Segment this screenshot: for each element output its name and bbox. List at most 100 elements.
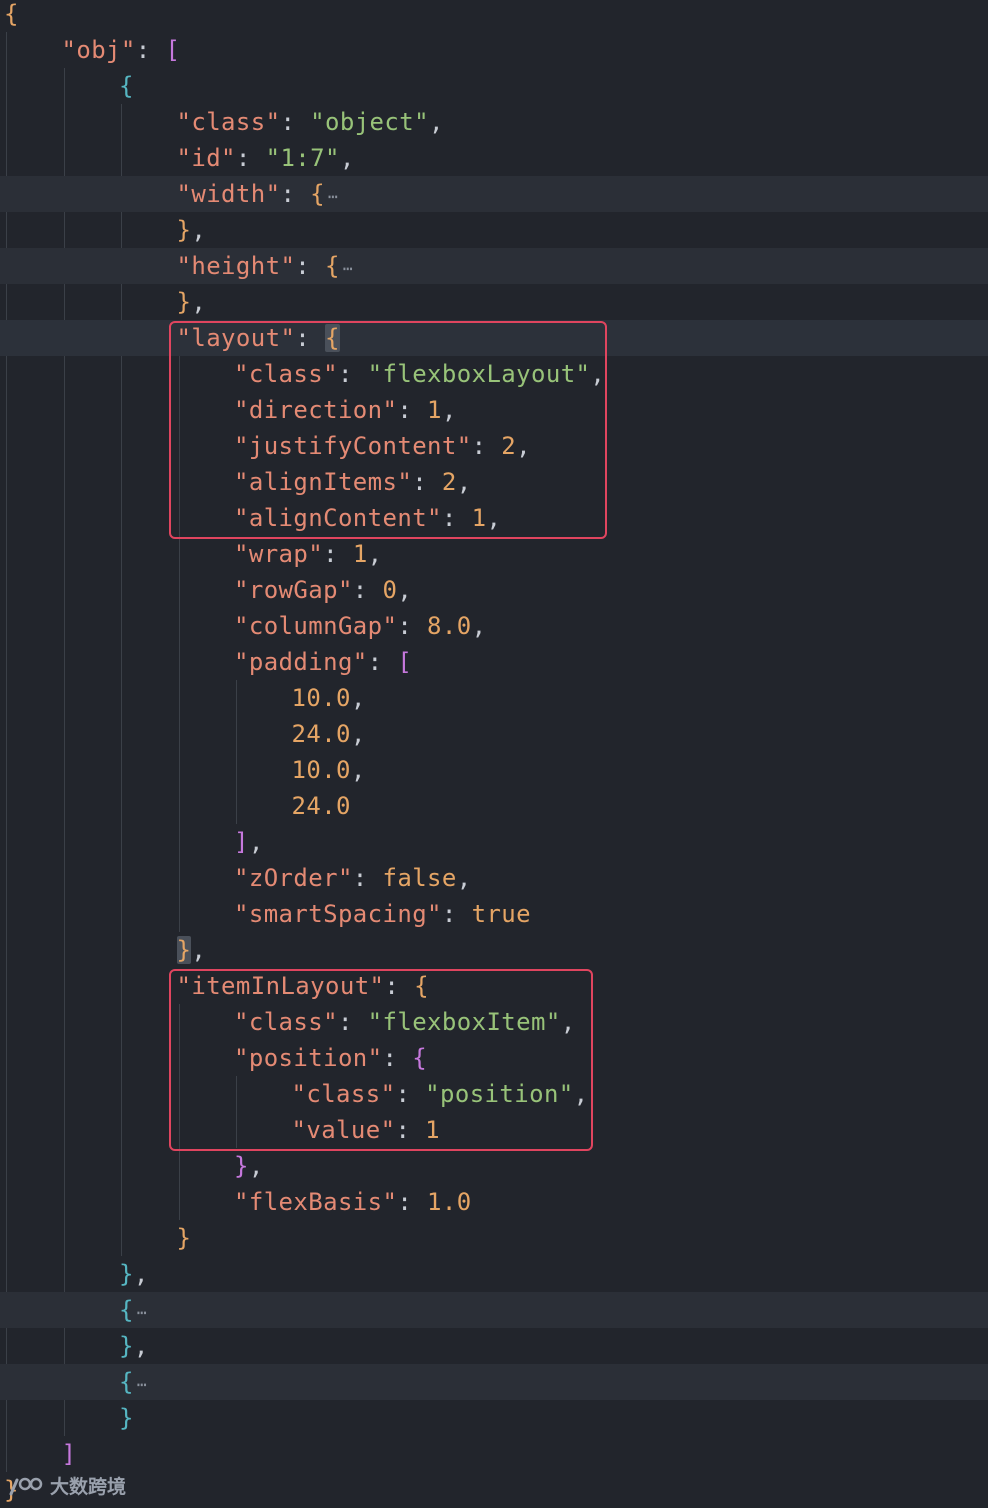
code-token: 24.0 (291, 720, 351, 748)
code-token: { (119, 1368, 134, 1396)
code-line[interactable]: { (0, 68, 988, 104)
code-token: 24.0 (291, 792, 351, 820)
code-token: "id" (176, 144, 236, 172)
code-token: : (295, 252, 325, 280)
code-token: 8.0 (427, 612, 472, 640)
code-token: [ (165, 36, 181, 64)
code-token: : (352, 864, 383, 892)
folded-code-line[interactable]: "width": {⋯ (0, 176, 988, 212)
code-token: , (397, 576, 413, 604)
code-line[interactable]: 24.0 (0, 788, 988, 824)
code-line[interactable]: "flexBasis": 1.0 (0, 1184, 988, 1220)
code-token: , (133, 1260, 149, 1288)
code-editor[interactable]: {"obj": [{"class": "object", "id": "1:7",… (0, 0, 988, 1504)
code-line[interactable]: } (0, 1472, 988, 1508)
code-token: { (325, 252, 340, 280)
code-line[interactable]: }, (0, 932, 988, 968)
code-token: "columnGap" (234, 612, 398, 640)
code-line[interactable]: 24.0, (0, 716, 988, 752)
code-line[interactable]: "padding": [ (0, 644, 988, 680)
code-token: "rowGap" (234, 576, 353, 604)
code-line[interactable]: }, (0, 1328, 988, 1364)
fold-ellipsis-icon[interactable]: ⋯ (137, 1303, 147, 1322)
code-token: "obj" (61, 36, 136, 64)
watermark-text: 大数跨境 (50, 1475, 127, 1498)
code-line[interactable]: "wrap": 1, (0, 536, 988, 572)
fold-ellipsis-icon[interactable]: ⋯ (328, 187, 338, 206)
code-token: 0 (382, 576, 398, 604)
code-token: } (176, 216, 192, 244)
code-token: true (471, 900, 531, 928)
code-token: "height" (176, 252, 296, 280)
code-token: : (441, 900, 472, 928)
code-token: , (191, 216, 207, 244)
code-line[interactable]: "smartSpacing": true (0, 896, 988, 932)
code-token: 10.0 (291, 756, 351, 784)
code-token: , (350, 684, 366, 712)
folded-code-line[interactable]: {⋯ (0, 1292, 988, 1328)
code-token: } (119, 1260, 134, 1288)
code-token: 1 (352, 540, 368, 568)
code-token: , (350, 720, 366, 748)
code-line[interactable]: { (0, 0, 988, 32)
code-token: , (471, 612, 487, 640)
code-line[interactable]: "columnGap": 8.0, (0, 608, 988, 644)
code-token: "smartSpacing" (234, 900, 442, 928)
code-token: , (350, 756, 366, 784)
code-token: , (428, 108, 444, 136)
code-line[interactable]: ], (0, 824, 988, 860)
fold-ellipsis-icon[interactable]: ⋯ (137, 1375, 147, 1394)
code-token: ] (61, 1440, 77, 1468)
code-token: } (119, 1404, 134, 1432)
code-token: "padding" (234, 648, 368, 676)
code-token: "zOrder" (234, 864, 353, 892)
code-line[interactable]: "rowGap": 0, (0, 572, 988, 608)
chain-logo-icon (9, 1477, 43, 1496)
code-line[interactable]: } (0, 1220, 988, 1256)
code-token: : (367, 648, 398, 676)
code-line[interactable]: "zOrder": false, (0, 860, 988, 896)
code-line[interactable]: }, (0, 1148, 988, 1184)
code-line[interactable]: "class": "object", (0, 104, 988, 140)
code-token: , (367, 540, 383, 568)
fold-ellipsis-icon[interactable]: ⋯ (343, 259, 353, 278)
code-token: "object" (310, 108, 429, 136)
code-token: , (133, 1332, 149, 1360)
code-token: ] (234, 828, 249, 856)
code-token: { (4, 0, 19, 28)
code-token: "1:7" (265, 144, 340, 172)
code-token: , (191, 288, 207, 316)
code-line[interactable]: "id": "1:7", (0, 140, 988, 176)
code-token: } (234, 1152, 249, 1180)
item-in-layout-highlight-box (168, 969, 593, 1151)
code-token: "width" (176, 180, 281, 208)
code-token: } (176, 288, 192, 316)
code-token: false (382, 864, 457, 892)
code-token: } (176, 936, 192, 964)
code-line[interactable]: 10.0, (0, 680, 988, 716)
code-token: { (119, 72, 134, 100)
code-token: : (280, 108, 311, 136)
code-token: "class" (176, 108, 281, 136)
code-token: 10.0 (291, 684, 351, 712)
code-token: , (191, 936, 207, 964)
code-line[interactable]: 10.0, (0, 752, 988, 788)
code-line[interactable]: }, (0, 284, 988, 320)
code-line[interactable]: } (0, 1400, 988, 1436)
code-token: { (310, 180, 326, 208)
layout-highlight-box (168, 321, 607, 539)
code-line[interactable]: }, (0, 212, 988, 248)
code-line[interactable]: ] (0, 1436, 988, 1472)
code-token: , (248, 828, 264, 856)
folded-code-line[interactable]: {⋯ (0, 1364, 988, 1400)
code-token: , (339, 144, 355, 172)
folded-code-line[interactable]: "height": {⋯ (0, 248, 988, 284)
code-token: : (397, 612, 428, 640)
code-token: , (248, 1152, 264, 1180)
code-line[interactable]: "obj": [ (0, 32, 988, 68)
code-token: : (352, 576, 383, 604)
code-token: : (135, 36, 166, 64)
code-token: "wrap" (234, 540, 324, 568)
code-token: : (280, 180, 311, 208)
code-line[interactable]: }, (0, 1256, 988, 1292)
